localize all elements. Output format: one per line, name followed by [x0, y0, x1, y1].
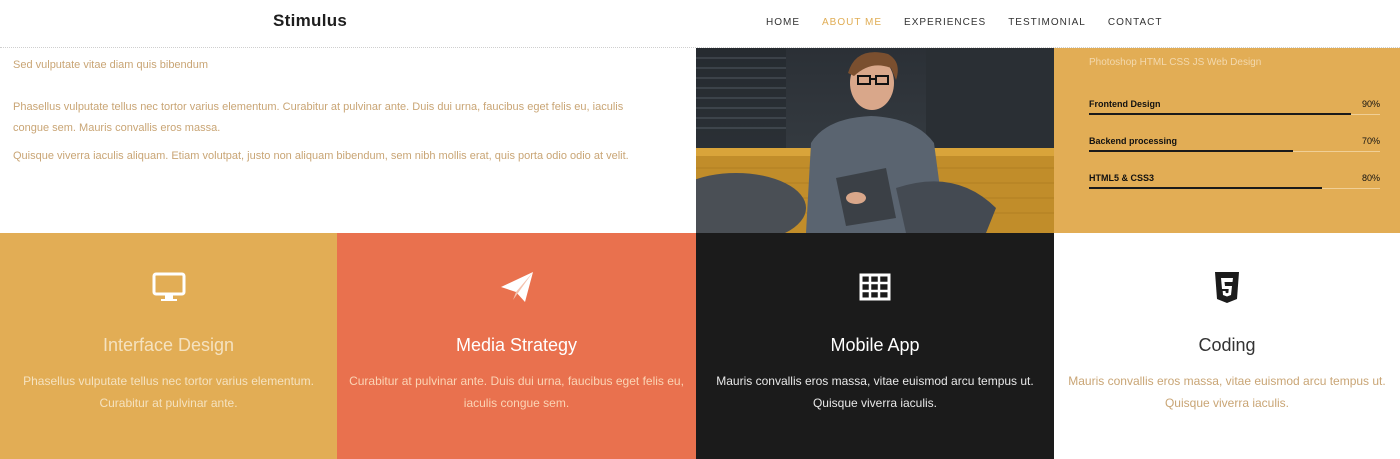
- profile-photo: [696, 48, 1054, 233]
- skill-name: Frontend Design: [1089, 99, 1161, 109]
- service-media-strategy: Media Strategy Curabitur at pulvinar ant…: [337, 233, 696, 459]
- skill-name: Backend processing: [1089, 136, 1178, 146]
- main-nav: HOME ABOUT ME EXPERIENCES TESTIMONIAL CO…: [766, 17, 1184, 28]
- service-title: Media Strategy: [455, 335, 578, 355]
- skill-bar-fill: [1089, 187, 1322, 189]
- skill-frontend-design: Frontend Design 90%: [1089, 99, 1380, 117]
- service-description: Mauris convallis eros massa, vitae euism…: [716, 374, 1034, 410]
- about-text-section: Sed vulputate vitae diam quis bibendum P…: [0, 48, 696, 233]
- skill-name: HTML5 & CSS3: [1089, 173, 1155, 183]
- monitor-icon: [151, 269, 187, 305]
- man-reading-illustration: [696, 48, 1054, 233]
- skill-percent: 80%: [1361, 173, 1380, 183]
- skill-tags: Photoshop HTML CSS JS Web Design: [1089, 57, 1262, 68]
- skill-bar-fill: [1089, 113, 1351, 115]
- nav-item-testimonial[interactable]: TESTIMONIAL: [1008, 17, 1086, 28]
- service-mobile-app: Mobile App Mauris convallis eros massa, …: [696, 233, 1054, 459]
- nav-item-home[interactable]: HOME: [766, 17, 800, 28]
- table-icon: [857, 269, 893, 305]
- skill-percent: 90%: [1361, 99, 1380, 109]
- html5-icon: [1209, 269, 1245, 305]
- service-interface-design: Interface Design Phasellus vulputate tel…: [0, 233, 337, 459]
- brand-logo[interactable]: Stimulus: [273, 11, 347, 31]
- nav-item-contact[interactable]: CONTACT: [1108, 17, 1163, 28]
- paper-plane-icon: [499, 269, 535, 305]
- about-tagline: Sed vulputate vitae diam quis bibendum: [13, 59, 209, 71]
- skill-bar-fill: [1089, 150, 1293, 152]
- skill-backend-processing: Backend processing 70%: [1089, 136, 1380, 154]
- service-title: Interface Design: [102, 335, 235, 355]
- service-coding: Coding Mauris convallis eros massa, vita…: [1054, 233, 1400, 459]
- service-title: Coding: [1198, 335, 1256, 355]
- service-description: Mauris convallis eros massa, vitae euism…: [1068, 374, 1386, 410]
- nav-item-about-me[interactable]: ABOUT ME: [822, 17, 882, 28]
- skills-panel: Photoshop HTML CSS JS Web Design Fronten…: [1054, 48, 1400, 233]
- skill-html5-css3: HTML5 & CSS3 80%: [1089, 173, 1380, 191]
- nav-item-experiences[interactable]: EXPERIENCES: [904, 17, 986, 28]
- about-paragraph-2: Quisque viverra iaculis aliquam. Etiam v…: [13, 150, 629, 162]
- about-paragraph-1: Phasellus vulputate tellus nec tortor va…: [13, 101, 624, 134]
- skill-percent: 70%: [1361, 136, 1380, 146]
- navbar: Stimulus HOME ABOUT ME EXPERIENCES TESTI…: [0, 0, 1400, 48]
- service-title: Mobile App: [830, 335, 920, 355]
- service-description: Curabitur at pulvinar ante. Duis dui urn…: [349, 374, 684, 410]
- service-description: Phasellus vulputate tellus nec tortor va…: [23, 374, 314, 410]
